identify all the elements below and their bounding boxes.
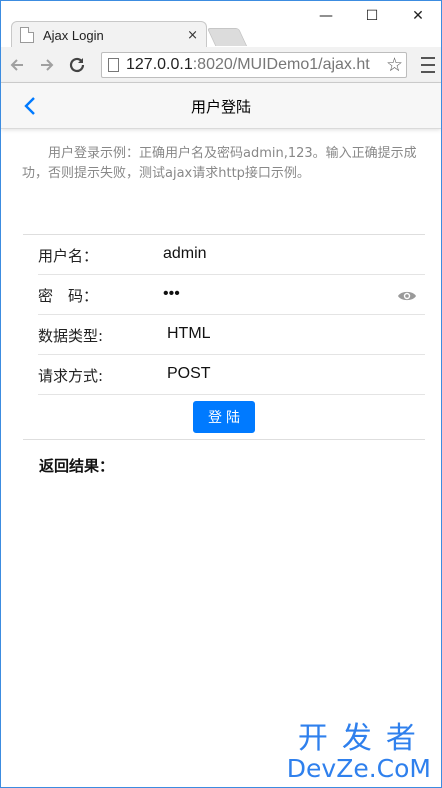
datatype-label: 数据类型: — [38, 327, 104, 345]
minimize-button[interactable]: — — [303, 1, 349, 31]
username-label: 用户名： — [38, 247, 99, 265]
page-icon — [20, 27, 34, 43]
method-label: 请求方式: — [38, 367, 104, 385]
menu-icon[interactable] — [421, 54, 435, 76]
watermark-en: DevZe.CoM — [286, 754, 431, 783]
password-input[interactable]: ••• — [163, 285, 383, 303]
window-controls: — ☐ ✕ — [303, 1, 441, 31]
username-row: 用户名： admin — [38, 235, 425, 275]
method-row: 请求方式: POST — [38, 355, 425, 395]
watermark-cn: 开发者 — [297, 721, 430, 756]
maximize-button[interactable]: ☐ — [349, 1, 395, 31]
new-tab-button[interactable] — [206, 28, 248, 46]
result-label: 返回结果： — [39, 457, 115, 475]
browser-toolbar: 127.0.0.1:8020/MUIDemo1/ajax.ht ☆ — [1, 47, 441, 83]
password-row: 密 码： ••• — [38, 275, 425, 315]
tab-close-icon[interactable]: × — [187, 28, 198, 43]
username-input[interactable]: admin — [163, 245, 383, 263]
forward-arrow-icon[interactable] — [33, 51, 61, 79]
button-row: 登陆 — [23, 395, 425, 440]
eye-icon[interactable] — [397, 288, 417, 302]
title-bar: Ajax Login × — ☐ ✕ — [1, 1, 441, 48]
address-bar[interactable]: 127.0.0.1:8020/MUIDemo1/ajax.ht ☆ — [101, 52, 407, 78]
datatype-row: 数据类型: HTML — [38, 315, 425, 355]
watermark: 开发者 DevZe.CoM — [287, 723, 431, 783]
datatype-select[interactable]: HTML — [167, 325, 387, 343]
browser-tab[interactable]: Ajax Login × — [11, 21, 207, 48]
back-arrow-icon[interactable] — [3, 51, 31, 79]
tab-title: Ajax Login — [43, 27, 104, 43]
app-header: 用户登陆 — [1, 83, 441, 129]
page-title: 用户登陆 — [190, 98, 251, 116]
close-window-button[interactable]: ✕ — [395, 1, 441, 31]
bookmark-star-icon[interactable]: ☆ — [383, 54, 403, 76]
page-icon — [108, 58, 119, 72]
login-button[interactable]: 登陆 — [193, 401, 255, 433]
method-select[interactable]: POST — [167, 365, 387, 383]
password-label: 密 码： — [38, 287, 99, 305]
reload-icon[interactable] — [63, 51, 91, 79]
browser-window: Ajax Login × — ☐ ✕ 127.0.0.1:8020/MUIDem… — [0, 0, 442, 788]
url-text: 127.0.0.1:8020/MUIDemo1/ajax.ht — [126, 56, 370, 73]
intro-text: 用户登录示例：正确用户名及密码admin,123。输入正确提示成功，否则提示失败… — [22, 146, 417, 181]
login-form: 用户名： admin 密 码： ••• 数据类型: HTML 请求方式: POS… — [23, 234, 425, 440]
